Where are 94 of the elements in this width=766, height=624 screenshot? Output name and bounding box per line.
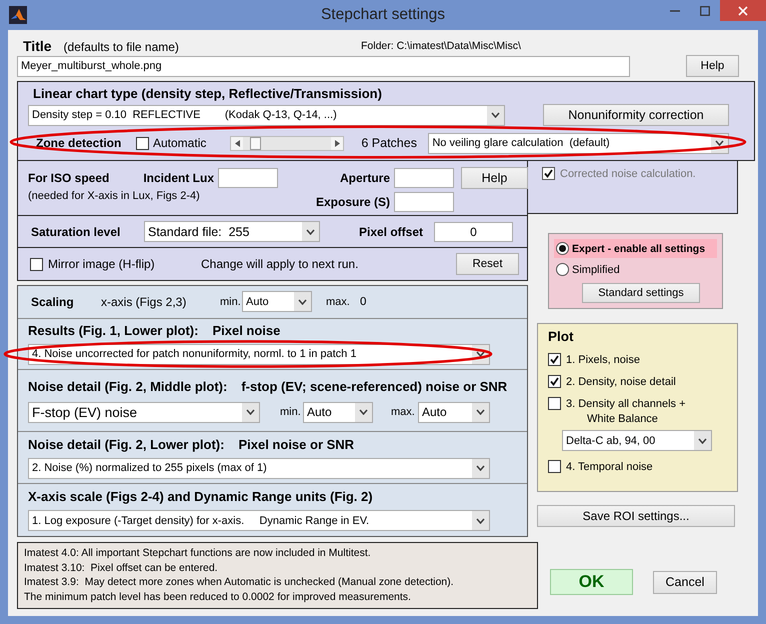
checkbox-label: 1. Pixels, noise bbox=[566, 354, 640, 366]
radio-label: Simplified bbox=[572, 264, 620, 276]
plot-title: Plot bbox=[548, 329, 574, 344]
saturation-label: Saturation level bbox=[31, 224, 122, 238]
chevron-down-icon bbox=[476, 351, 485, 358]
note-text: (needed for X-axis in Lux, Figs 2-4) bbox=[28, 190, 201, 202]
help-button[interactable]: Help bbox=[686, 55, 739, 77]
scaling-label: Scaling bbox=[31, 294, 75, 309]
note-text: Imatest 3.9: May detect more zones when Automatic is unchecked (Manual zone detection). bbox=[24, 576, 455, 588]
section-subheading: Pixel noise or SNR bbox=[238, 436, 354, 452]
slider-thumb[interactable] bbox=[250, 136, 261, 150]
chevron-down-icon bbox=[246, 409, 255, 416]
note-text: Change will apply to next run. bbox=[201, 257, 360, 271]
checkbox[interactable] bbox=[548, 397, 561, 410]
min-dropdown[interactable]: Auto bbox=[242, 291, 312, 312]
chart-type-dropdown[interactable]: Density step = 0.10 REFLECTIVE (Kodak Q-13, Q-14, ...) bbox=[28, 104, 505, 126]
note-text: The minimum patch level has been reduced to 0.0002 for improved measurements. bbox=[24, 590, 412, 602]
radio-label: Expert - enable all settings bbox=[572, 242, 706, 255]
input-field[interactable] bbox=[394, 192, 454, 212]
chevron-down-icon bbox=[359, 409, 368, 416]
chevron-down-icon bbox=[715, 140, 724, 146]
checkbox-label: 2. Density, noise detail bbox=[566, 376, 676, 388]
checkbox-label: White Balance bbox=[587, 413, 659, 425]
field-label: Incident Lux bbox=[143, 170, 214, 184]
veiling-glare-dropdown[interactable]: No veiling glare calculation (default) bbox=[428, 132, 730, 154]
field-label: Aperture bbox=[340, 170, 390, 184]
pixel-offset-label: Pixel offset bbox=[359, 224, 424, 238]
section-heading: Results (Fig. 1, Lower plot): bbox=[28, 322, 198, 338]
chevron-down-icon bbox=[298, 298, 307, 305]
checkbox[interactable] bbox=[548, 375, 561, 388]
window-title: Stepchart settings bbox=[320, 6, 446, 24]
max-label: max. bbox=[326, 296, 351, 308]
section-subheading: f-stop (EV; scene-referenced) noise or SNR bbox=[241, 378, 508, 394]
checkbox-label: Mirror image (H-flip) bbox=[48, 257, 156, 271]
note-text: Imatest 4.0: All important Stepchart functions are now included in Multitest. bbox=[24, 547, 372, 559]
section-subheading: Pixel noise bbox=[212, 322, 280, 338]
checkbox[interactable] bbox=[136, 136, 149, 150]
saturation-dropdown[interactable]: Standard file: 255 bbox=[144, 221, 320, 242]
title-label: Title bbox=[23, 38, 52, 54]
input-field[interactable] bbox=[394, 168, 454, 188]
help-button[interactable]: Help bbox=[461, 166, 528, 188]
balance-dropdown[interactable]: Delta-C ab, 94, 00 bbox=[562, 430, 712, 451]
save-roi-button[interactable]: Save ROI settings... bbox=[537, 505, 735, 527]
chevron-down-icon bbox=[476, 409, 485, 416]
nonuniformity-button[interactable]: Nonuniformity correction bbox=[543, 104, 729, 126]
checkbox[interactable] bbox=[548, 353, 561, 366]
section-heading: Noise detail (Fig. 2, Middle plot): bbox=[28, 378, 228, 394]
checkbox-label: 4. Temporal noise bbox=[566, 460, 653, 472]
chevron-down-icon bbox=[698, 438, 707, 444]
option-dropdown[interactable]: 1. Log exposure (-Target density) for x-axis. Dynamic Range in EV. bbox=[28, 510, 490, 532]
chevron-down-icon bbox=[306, 228, 315, 234]
checkbox-label: Automatic bbox=[153, 136, 206, 150]
input-field[interactable] bbox=[218, 168, 278, 188]
reset-button[interactable]: Reset bbox=[456, 253, 519, 275]
ok-button[interactable]: OK bbox=[550, 569, 633, 595]
field-label: Exposure (S) bbox=[316, 194, 390, 208]
max-value: 0 bbox=[360, 296, 366, 308]
app-icon bbox=[9, 6, 27, 24]
checkbox-label: 3. Density all channels + bbox=[566, 398, 686, 410]
title-field[interactable]: Meyer_multiburst_whole.png bbox=[17, 56, 630, 76]
cancel-button[interactable]: Cancel bbox=[653, 570, 717, 594]
radio-button[interactable] bbox=[556, 242, 569, 256]
checkbox[interactable] bbox=[30, 258, 43, 270]
option-dropdown[interactable]: 2. Noise (%) normalized to 255 pixels (max of 1) bbox=[28, 458, 490, 479]
max-label: max. bbox=[391, 406, 416, 418]
min-label: min. bbox=[280, 406, 302, 418]
noise-dropdown[interactable]: F-stop (EV) noise bbox=[28, 402, 260, 423]
section-heading: X-axis scale (Figs 2-4) and Dynamic Range units (Fig. 2) bbox=[28, 489, 373, 504]
min-label: min. bbox=[220, 296, 242, 308]
radio-button[interactable] bbox=[556, 263, 569, 276]
note-text: Imatest 3.10: Pixel offset can be entered. bbox=[24, 562, 219, 574]
axis-label: x-axis (Figs 2,3) bbox=[101, 294, 188, 309]
section-heading: Linear chart type (density step, Reflective/Transmission) bbox=[33, 86, 383, 101]
close-button[interactable] bbox=[720, 0, 766, 21]
maximize-icon bbox=[700, 6, 710, 16]
hint-text: (defaults to file name) bbox=[64, 40, 179, 54]
zone-detection-label: Zone detection bbox=[36, 136, 122, 150]
left-arrow-icon bbox=[234, 140, 240, 146]
section-heading: Noise detail (Fig. 2, Lower plot): bbox=[28, 436, 224, 452]
checkbox[interactable] bbox=[548, 460, 561, 473]
max-dropdown[interactable]: Auto bbox=[418, 402, 490, 423]
folder-path: Folder: C:\imatest\Data\Misc\Misc\ bbox=[361, 40, 522, 54]
min-dropdown[interactable]: Auto bbox=[303, 402, 373, 423]
close-icon bbox=[738, 6, 748, 16]
chevron-down-icon bbox=[476, 465, 485, 472]
chevron-down-icon bbox=[491, 112, 500, 118]
patches-count: 6 Patches bbox=[361, 136, 418, 150]
standard-settings-button[interactable]: Standard settings bbox=[582, 282, 700, 304]
checkbox-label: Corrected noise calculation. bbox=[560, 168, 696, 180]
slider[interactable] bbox=[230, 136, 344, 150]
right-arrow-icon bbox=[334, 140, 340, 146]
minimize-icon bbox=[670, 10, 680, 12]
chevron-down-icon bbox=[476, 518, 485, 524]
pixel-offset-field[interactable]: 0 bbox=[434, 222, 513, 242]
